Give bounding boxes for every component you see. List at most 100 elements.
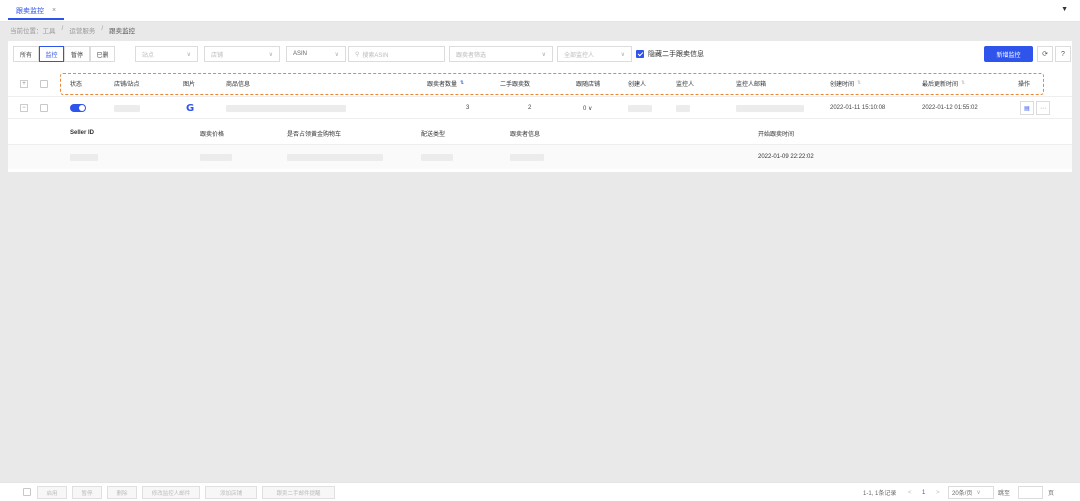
hide-used-checkbox[interactable]: 隐藏二手跟卖信息: [636, 46, 704, 62]
col-created-time[interactable]: 创建时间 ⇅: [830, 76, 861, 90]
collapse-row-icon[interactable]: −: [20, 104, 28, 112]
enable-button[interactable]: 启用: [37, 486, 67, 499]
buybox-store-value[interactable]: 0 ∨: [583, 97, 592, 119]
col-follower-count[interactable]: 跟卖者数量 ⇅: [427, 76, 464, 90]
sub-table-row: 2022-01-09 22:22:02: [8, 145, 1072, 169]
seg-all[interactable]: 所有: [13, 46, 39, 62]
breadcrumb-sep: /: [101, 25, 104, 32]
breadcrumb-sep: /: [61, 25, 64, 32]
product-info-value: [226, 97, 346, 119]
page-number[interactable]: 1: [922, 486, 925, 499]
breadcrumb: 当前位置：工具 / 运营服务 / 跟卖监控: [10, 25, 135, 35]
sub-col-seller-id: Seller ID: [70, 130, 95, 136]
col-creator: 创建人: [628, 81, 647, 88]
status-toggle[interactable]: [70, 97, 86, 119]
toggle-switch[interactable]: [70, 104, 86, 112]
monitor-select-value: 全部监控人: [564, 52, 595, 59]
sub-price-value: [200, 145, 232, 169]
header-highlight: [60, 73, 1044, 95]
col-updated-time-label: 最后更新时间: [922, 81, 959, 88]
breadcrumb-item[interactable]: 运营服务: [69, 25, 95, 35]
follower-select[interactable]: 跟卖者筛选 ∨: [449, 46, 553, 62]
used-email-button[interactable]: 跟卖二手邮件提醒: [262, 486, 335, 499]
sub-table-header: Seller ID 跟卖价格 是否占领黄金购物车 配送类型 跟卖者信息 开始跟卖…: [8, 121, 1072, 145]
breadcrumb-prefix: 当前位置：工具: [10, 28, 56, 35]
tab-follow-monitor[interactable]: 跟卖监控 ×: [8, 3, 65, 20]
monitor-email-value: [736, 97, 804, 119]
seg-paused[interactable]: 暂停: [64, 46, 90, 62]
store-select[interactable]: 店铺 ∨: [204, 46, 280, 62]
sort-icon[interactable]: ⇅: [857, 80, 861, 86]
chevron-down-icon[interactable]: ▼: [1061, 6, 1068, 13]
more-icon[interactable]: ⋯: [1036, 101, 1050, 115]
sort-icon[interactable]: ⇅: [460, 80, 464, 86]
col-image: 图片: [183, 81, 196, 88]
sub-col-start-time: 开始跟卖时间: [758, 131, 795, 138]
total-records: 1-1, 1条记录: [863, 491, 897, 497]
asin-select[interactable]: ASIN ∨: [286, 46, 346, 62]
col-used-follower: 二手跟卖数: [500, 81, 531, 88]
chevron-down-icon: ∨: [976, 490, 981, 496]
main-panel: 所有 监控 暂停 已删 站点 ∨ 店铺 ∨ ASIN ∨ ⚲ 搜索ASIN 跟卖者筛选…: [8, 41, 1072, 172]
change-monitor-button[interactable]: 修改监控人邮件: [142, 486, 200, 499]
product-logo-icon: G: [186, 102, 195, 114]
follower-count-value[interactable]: 3: [466, 97, 469, 119]
search-input[interactable]: ⚲ 搜索ASIN: [348, 46, 445, 62]
col-created-time-label: 创建时间: [830, 81, 855, 88]
sub-col-ship: 配送类型: [421, 131, 446, 138]
sub-seller-id-value: [70, 145, 98, 169]
col-updated-time[interactable]: 最后更新时间 ⇅: [922, 76, 965, 90]
sort-icon[interactable]: ⇅: [961, 80, 965, 86]
sub-ship-value: [421, 145, 453, 169]
asin-select-value: ASIN: [293, 51, 308, 57]
monitor-value: [676, 97, 690, 119]
tab-label: 跟卖监控: [16, 7, 44, 15]
page-size-value: 20条/页: [952, 491, 973, 497]
site-select-value: 站点: [142, 52, 155, 59]
search-placeholder: 搜索ASIN: [362, 52, 389, 59]
footer-select-all-checkbox[interactable]: [23, 488, 31, 496]
seg-monitoring[interactable]: 监控: [39, 46, 64, 62]
chevron-down-icon: ∨: [334, 51, 339, 58]
prev-page-icon[interactable]: <: [908, 486, 912, 499]
page-size-select[interactable]: 20条/页 ∨: [948, 486, 994, 499]
col-buybox-store: 跟随店铺: [576, 81, 601, 88]
store-site-value: [114, 97, 140, 119]
row-checkbox[interactable]: [40, 104, 48, 112]
refresh-icon[interactable]: ⟳: [1037, 46, 1053, 62]
pause-button[interactable]: 暂停: [72, 486, 102, 499]
product-image: G: [186, 97, 194, 119]
chevron-down-icon: ∨: [620, 51, 625, 58]
table-row: − G 3 2 0 ∨ 2022-01-11 15:10:08 2022-01-…: [8, 97, 1072, 119]
chevron-down-icon: ∨: [186, 51, 191, 58]
col-monitor-email: 监控人邮箱: [736, 81, 767, 88]
col-monitor: 监控人: [676, 81, 695, 88]
used-follower-value[interactable]: 2: [528, 97, 531, 119]
close-icon[interactable]: ×: [52, 7, 56, 14]
col-store-site: 店铺/站点: [114, 81, 140, 88]
created-time-value: 2022-01-11 15:10:08: [830, 105, 886, 111]
goto-page-input[interactable]: [1018, 486, 1043, 499]
filter-bar: 所有 监控 暂停 已删 站点 ∨ 店铺 ∨ ASIN ∨ ⚲ 搜索ASIN 跟卖者筛选…: [8, 46, 1072, 62]
follower-select-value: 跟卖者筛选: [456, 52, 487, 59]
edit-icon[interactable]: ▤: [1020, 101, 1034, 115]
select-all-checkbox[interactable]: [40, 80, 48, 88]
add-monitor-button[interactable]: 新增监控: [984, 46, 1033, 62]
checkbox-checked[interactable]: [636, 50, 644, 58]
next-page-icon[interactable]: >: [936, 486, 940, 499]
col-status: 状态: [70, 81, 83, 88]
col-product-info: 商品信息: [226, 81, 251, 88]
delete-button[interactable]: 删除: [107, 486, 137, 499]
add-store-button[interactable]: 添加店铺: [205, 486, 257, 499]
sub-buybox-value: [287, 145, 383, 169]
sub-col-buybox: 是否占领黄金购物车: [287, 131, 342, 138]
search-icon: ⚲: [355, 51, 360, 58]
seg-deleted[interactable]: 已删: [90, 46, 115, 62]
help-icon[interactable]: ?: [1055, 46, 1071, 62]
monitor-select[interactable]: 全部监控人 ∨: [557, 46, 632, 62]
site-select[interactable]: 站点 ∨: [135, 46, 198, 62]
store-select-value: 店铺: [211, 52, 224, 59]
chevron-down-icon: ∨: [268, 51, 273, 58]
expand-all-icon[interactable]: +: [20, 80, 28, 88]
sub-col-info: 跟卖者信息: [510, 131, 541, 138]
